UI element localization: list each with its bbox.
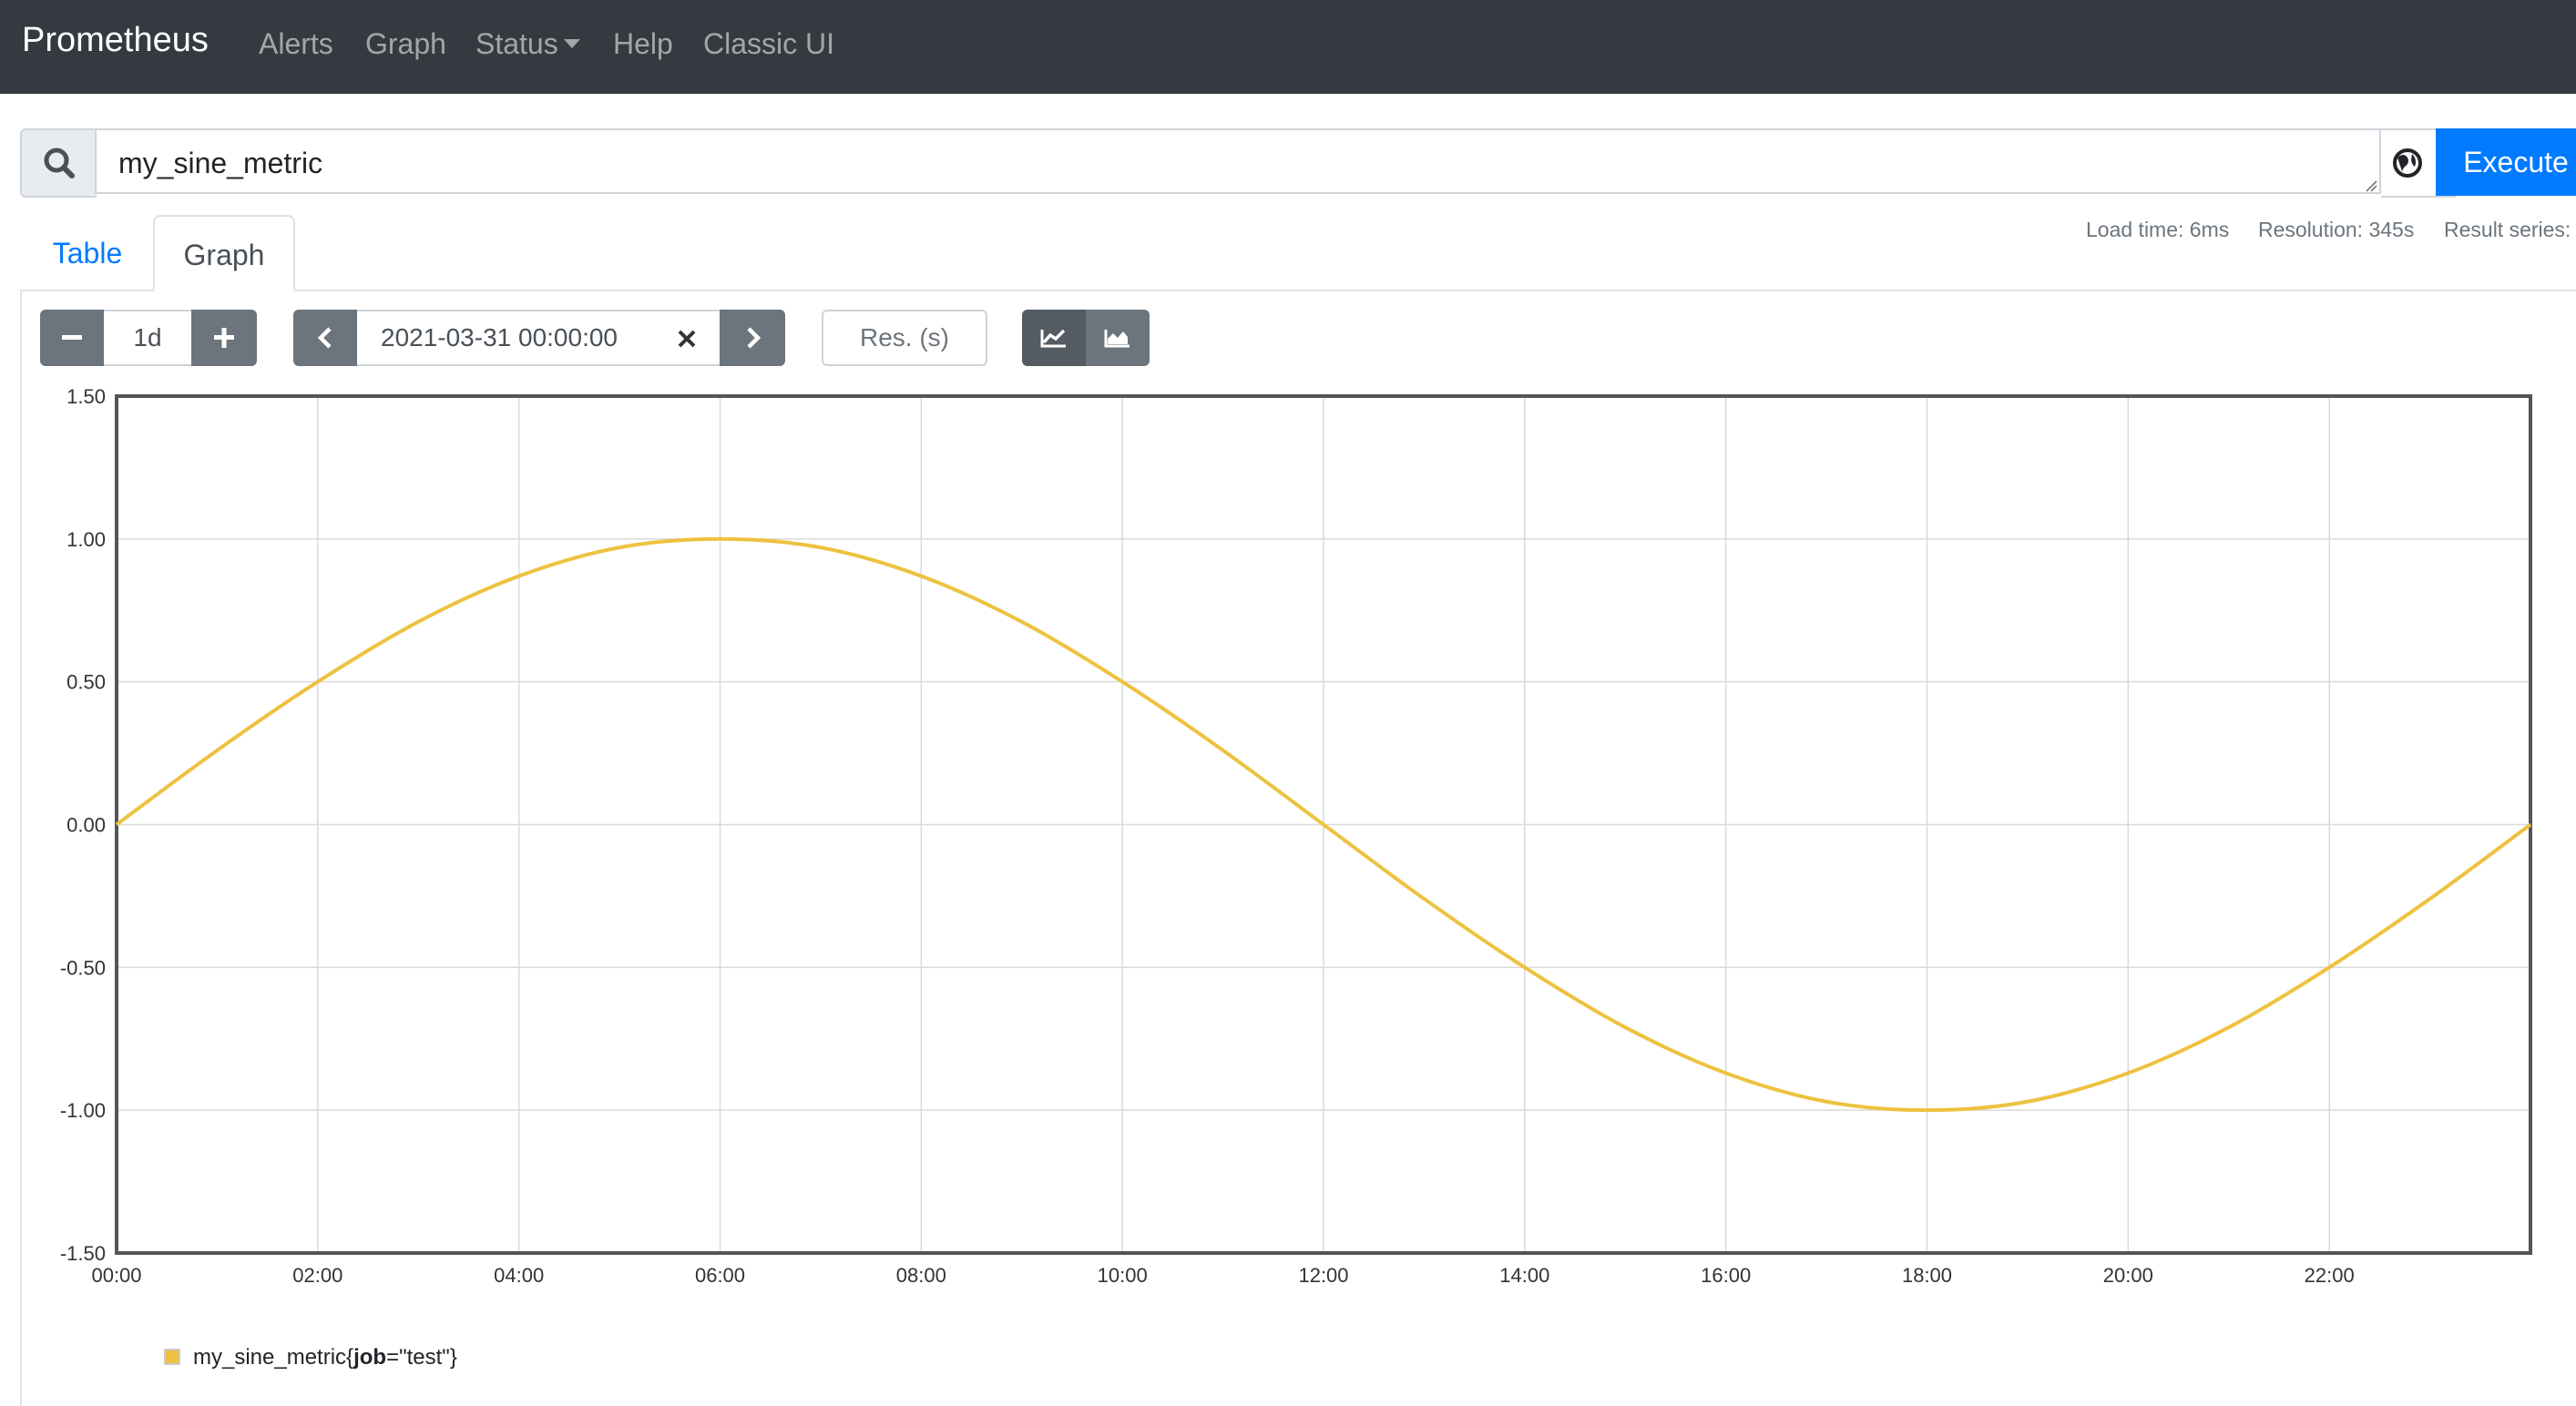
x-tick-label: 00:00: [91, 1264, 141, 1287]
y-tick-label: 1.00: [66, 528, 106, 551]
legend-label-value: "test": [399, 1345, 450, 1370]
graph-chart[interactable]: 00:00 02:00 04:00 06:00 08:00 10:00 12:00 14:00…: [0, 0, 2576, 1311]
x-tick-label: 04:00: [494, 1264, 544, 1287]
legend-item[interactable]: my_sine_metric{job="test"}: [164, 1344, 457, 1371]
x-tick-label: 10:00: [1098, 1264, 1148, 1287]
x-tick-label: 06:00: [695, 1264, 745, 1287]
y-tick-label: 0.00: [66, 814, 106, 837]
y-tick-label: 0.50: [66, 671, 106, 694]
y-tick-label: -1.50: [60, 1242, 106, 1265]
x-tick-label: 18:00: [1902, 1264, 1952, 1287]
legend-brace-open: {: [346, 1345, 354, 1370]
y-tick-label: 1.50: [66, 385, 106, 408]
y-tick-label: -1.00: [60, 1099, 106, 1122]
x-tick-label: 12:00: [1298, 1264, 1348, 1287]
legend-brace-close: }: [449, 1345, 457, 1370]
y-tick-label: -0.50: [60, 956, 106, 979]
legend-label-key: job: [353, 1345, 387, 1370]
legend-metric-name: my_sine_metric: [193, 1345, 347, 1370]
x-tick-label: 02:00: [292, 1264, 342, 1287]
x-tick-label: 22:00: [2305, 1264, 2355, 1287]
legend-equals: =: [386, 1345, 400, 1370]
legend-swatch: [164, 1348, 180, 1365]
x-tick-label: 16:00: [1701, 1264, 1751, 1287]
x-tick-label: 14:00: [1499, 1264, 1549, 1287]
x-tick-label: 08:00: [896, 1264, 946, 1287]
x-tick-label: 20:00: [2103, 1264, 2153, 1287]
